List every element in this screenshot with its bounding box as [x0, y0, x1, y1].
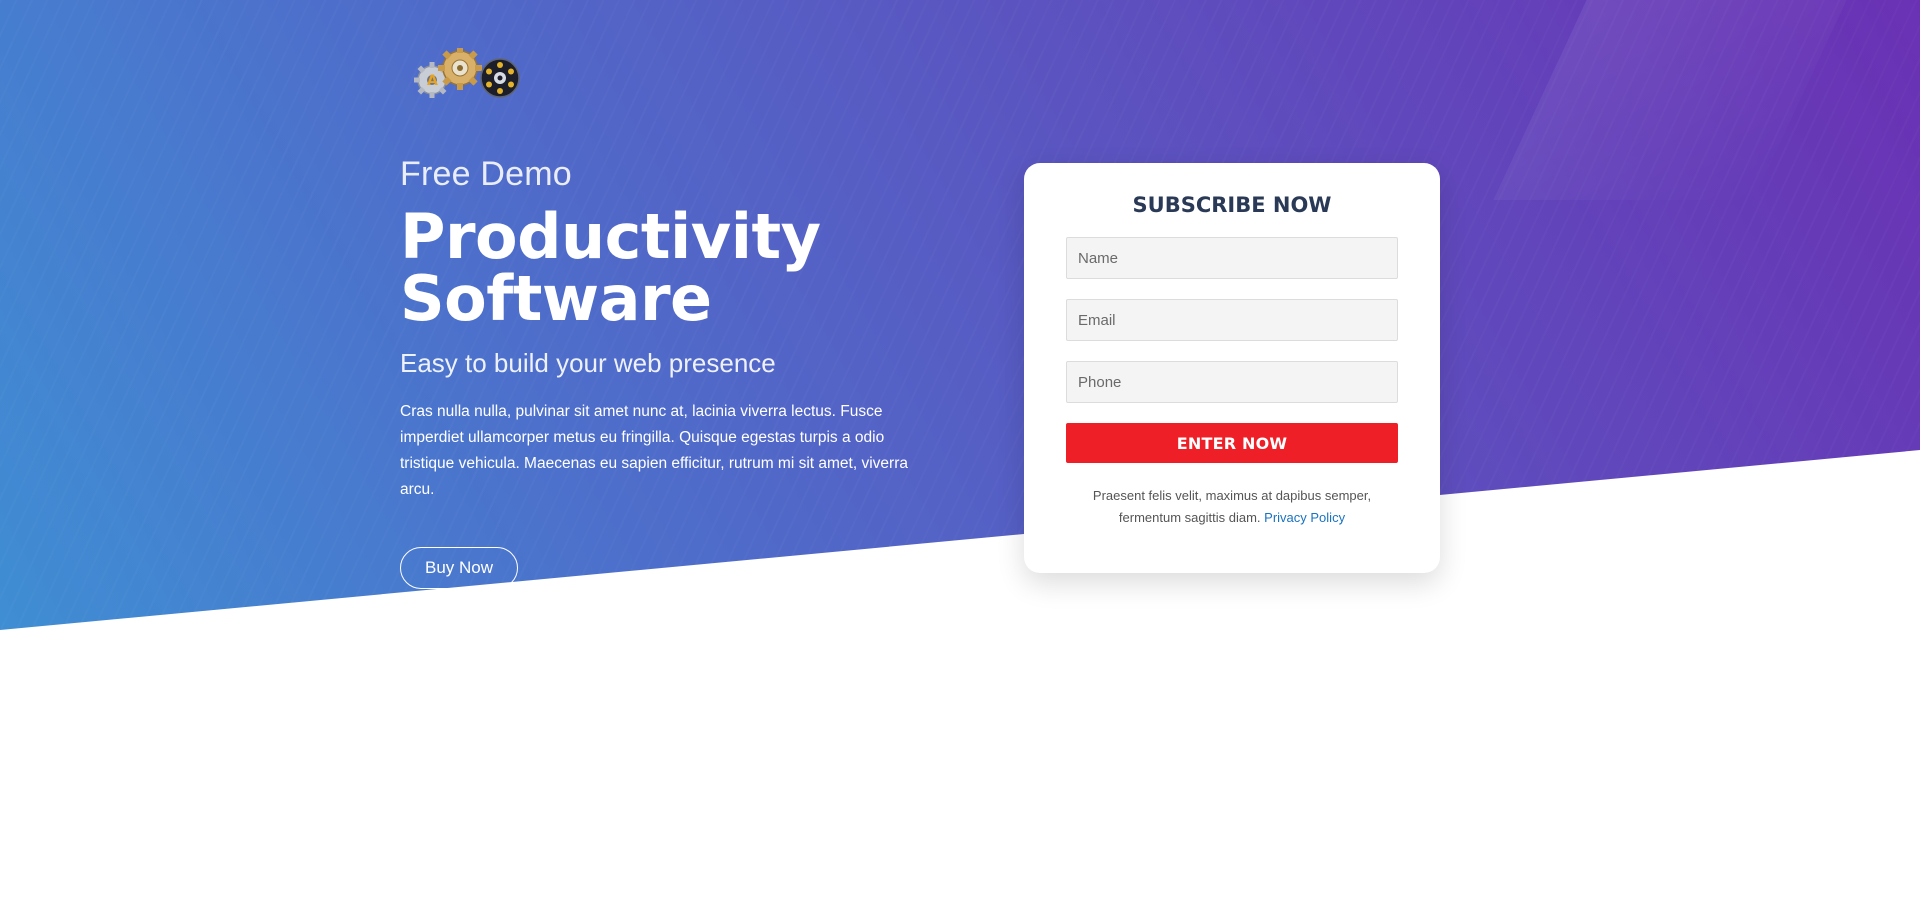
- subscribe-note: Praesent felis velit, maximus at dapibus…: [1066, 485, 1398, 529]
- subscribe-title: SUBSCRIBE NOW: [1132, 193, 1332, 217]
- svg-text:A: A: [427, 73, 438, 89]
- hero-subheadline: Easy to build your web presence: [400, 348, 776, 378]
- hero-content: Free Demo Productivity Software Easy to …: [400, 155, 940, 503]
- phone-field[interactable]: [1066, 361, 1398, 403]
- hero-headline: Productivity Software: [400, 206, 940, 330]
- enter-now-button[interactable]: ENTER NOW: [1066, 423, 1398, 463]
- headline-line-2: Software: [400, 262, 712, 335]
- privacy-policy-link[interactable]: Privacy Policy: [1264, 510, 1345, 525]
- email-field[interactable]: [1066, 299, 1398, 341]
- hero-body-text: Cras nulla nulla, pulvinar sit amet nunc…: [400, 403, 908, 498]
- buy-now-button[interactable]: Buy Now: [400, 547, 518, 589]
- gears-logo-icon[interactable]: A: [410, 46, 522, 102]
- name-field[interactable]: [1066, 237, 1398, 279]
- hero-eyebrow: Free Demo: [400, 155, 572, 193]
- subscribe-card: SUBSCRIBE NOW ENTER NOW Praesent felis v…: [1024, 163, 1440, 573]
- landing-page: A Free Demo Productivity Software Easy t…: [0, 0, 1920, 912]
